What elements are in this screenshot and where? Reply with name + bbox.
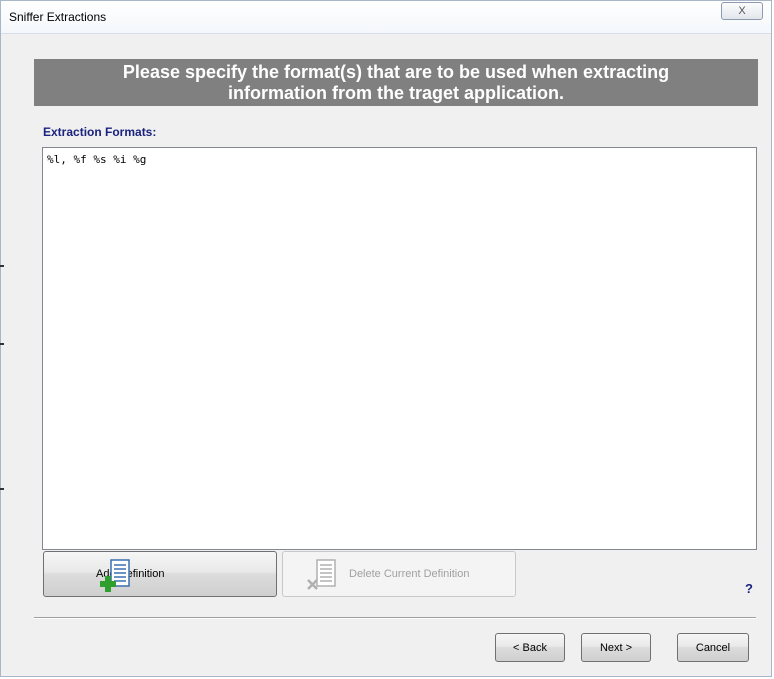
banner-line-2: information from the traget application. — [227, 83, 564, 103]
next-button[interactable]: Next > — [581, 633, 651, 662]
delete-current-definition-button[interactable]: Delete Current Definition — [282, 551, 516, 597]
instruction-banner: Please specify the format(s) that are to… — [34, 59, 758, 106]
window-title: Sniffer Extractions — [9, 10, 107, 24]
edge-tick — [0, 488, 4, 490]
help-button[interactable]: ? — [745, 581, 753, 596]
title-bar: Sniffer Extractions X — [1, 1, 771, 34]
cancel-button[interactable]: Cancel — [677, 633, 749, 662]
close-icon: X — [738, 5, 746, 17]
close-button[interactable]: X — [721, 2, 763, 20]
extraction-formats-label: Extraction Formats: — [43, 125, 157, 139]
back-button[interactable]: < Back — [495, 633, 565, 662]
footer-divider — [34, 617, 756, 619]
edge-tick — [0, 343, 4, 345]
add-definition-icon — [100, 559, 130, 592]
add-definition-button[interactable]: Add Definition — [43, 551, 277, 597]
sniffer-extractions-window: Sniffer Extractions X Please specify the… — [0, 0, 772, 677]
banner-line-1: Please specify the format(s) that are to… — [122, 62, 670, 82]
delete-current-definition-label: Delete Current Definition — [349, 568, 470, 580]
delete-definition-icon — [307, 559, 336, 590]
extraction-formats-input[interactable]: %l, %f %s %i %g — [42, 147, 757, 550]
edge-tick — [0, 265, 4, 267]
